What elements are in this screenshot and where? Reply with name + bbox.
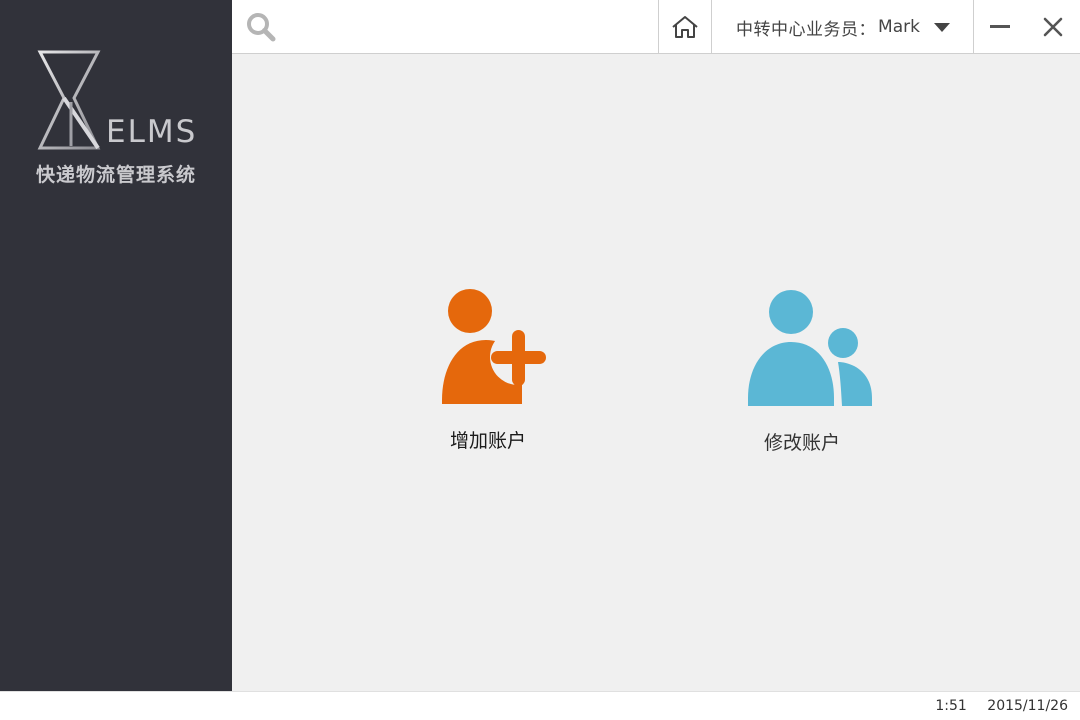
close-icon <box>1043 17 1063 37</box>
caret-down-icon <box>933 23 950 32</box>
top-bar: 中转中心业务员： Mark <box>232 0 1080 54</box>
sidebar: ELMS 快递物流管理系统 <box>0 0 232 691</box>
search-input[interactable] <box>286 10 646 44</box>
home-button[interactable] <box>658 0 712 54</box>
search-icon[interactable] <box>246 12 276 42</box>
logo-text: ELMS <box>106 114 198 150</box>
edit-account-label: 修改账户 <box>763 432 840 454</box>
clock-time: 1:51 <box>935 698 967 714</box>
status-bar: 1:51 2015/11/26 <box>0 691 1080 720</box>
hourglass-logo-icon <box>37 50 101 150</box>
add-user-icon <box>442 289 546 404</box>
users-icon <box>748 290 872 406</box>
app-subtitle: 快递物流管理系统 <box>35 164 196 186</box>
home-icon <box>672 16 698 38</box>
clock: 1:51 2015/11/26 <box>935 698 1068 714</box>
edit-account-button[interactable]: 修改账户 <box>722 282 882 455</box>
add-account-label: 增加账户 <box>449 430 526 452</box>
minimize-button[interactable] <box>973 0 1026 54</box>
clock-date: 2015/11/26 <box>987 698 1068 714</box>
minimize-icon <box>990 25 1010 28</box>
close-button[interactable] <box>1026 0 1080 54</box>
add-account-button[interactable]: 增加账户 <box>418 282 558 453</box>
user-name: Mark <box>878 17 920 37</box>
user-menu[interactable]: 中转中心业务员： Mark <box>713 0 973 54</box>
user-role-label: 中转中心业务员： <box>736 19 877 40</box>
